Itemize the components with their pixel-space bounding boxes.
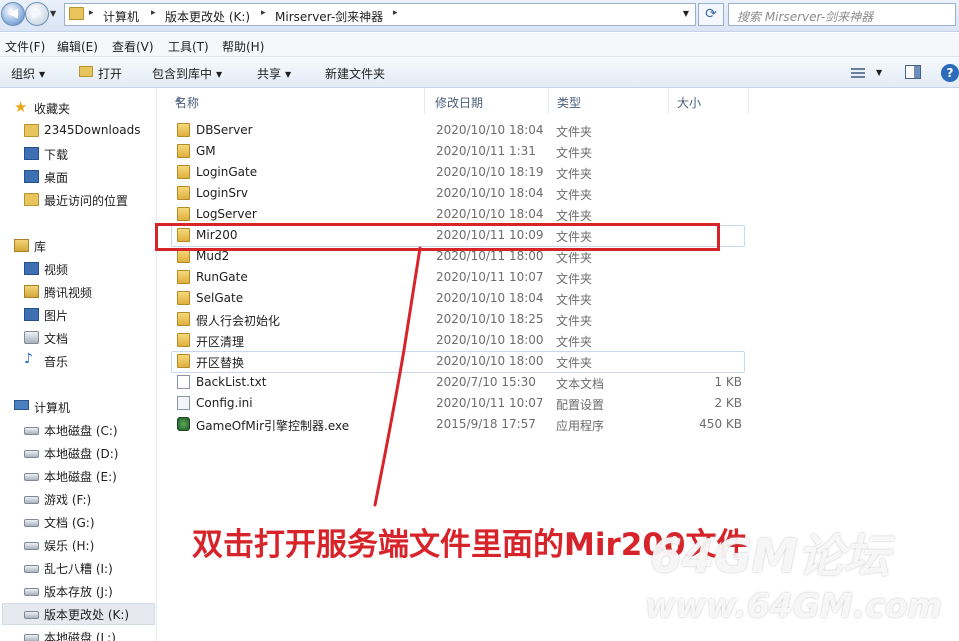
watermark-title: 64GM论坛: [650, 529, 890, 583]
watermark-url: www.64GM.com: [645, 586, 942, 625]
